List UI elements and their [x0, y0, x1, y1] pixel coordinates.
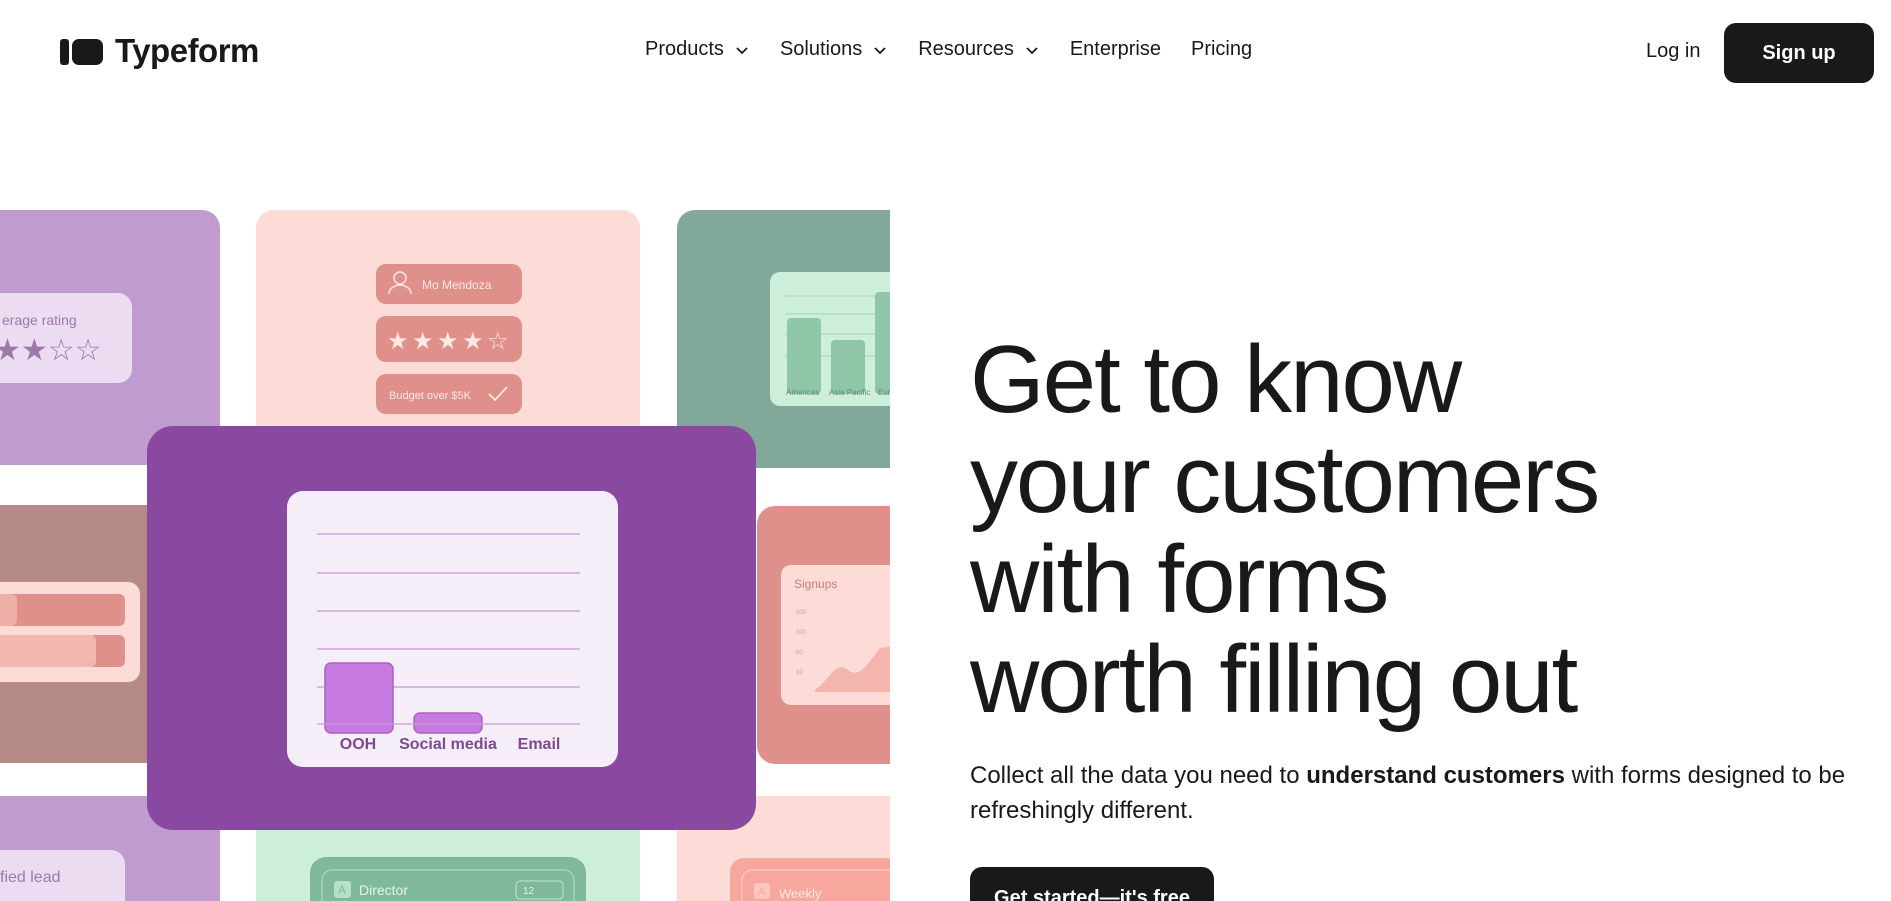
nav-enterprise-label: Enterprise: [1069, 38, 1161, 60]
region-bar-americas: [787, 318, 821, 394]
role-card: [310, 857, 586, 901]
region-label-americas: Americas: [786, 388, 819, 397]
site-header: Typeform Products Solutions Resources En…: [0, 0, 1891, 104]
nav-enterprise[interactable]: Enterprise: [1070, 38, 1161, 61]
region-label-europe: Eur: [878, 388, 890, 397]
nav-products-label: Products: [645, 38, 724, 60]
region-bar-europe: [875, 292, 890, 394]
chart-category-ooh: OOH: [340, 736, 376, 753]
hero-title-line: with forms: [970, 526, 1389, 633]
chart-bar-ooh: [324, 662, 394, 734]
chart-bar-social-media: [413, 712, 483, 734]
login-link[interactable]: Log in: [1646, 40, 1701, 63]
signups-label: Signups: [794, 577, 837, 591]
signups-tick-1: 500: [796, 610, 807, 616]
nav-solutions[interactable]: Solutions: [780, 38, 888, 61]
star-icon: ★: [412, 328, 434, 355]
nav-resources[interactable]: Resources: [918, 38, 1040, 61]
hero-subtitle-pre: Collect all the data you need to: [970, 762, 1307, 789]
hero-subtitle: Collect all the data you need to underst…: [970, 758, 1850, 828]
nav-solutions-label: Solutions: [779, 38, 863, 60]
star-icon: ★: [462, 328, 484, 355]
nav-pricing[interactable]: Pricing: [1191, 38, 1252, 61]
chevron-down-icon: [736, 46, 748, 54]
signups-tick-3: 60: [796, 650, 803, 656]
lead-label: fied lead: [0, 869, 61, 886]
nav-products[interactable]: Products: [645, 38, 750, 61]
hero-title: Get to know your customers with forms wo…: [970, 330, 1870, 730]
nav-pricing-label: Pricing: [1190, 38, 1253, 60]
signups-tick-4: 10: [796, 670, 803, 676]
chevron-down-icon: [874, 46, 886, 54]
role-value: 12: [523, 886, 535, 897]
freq-label: Weekly: [779, 886, 822, 901]
signups-tick-2: 300: [796, 630, 807, 636]
main-nav: Products Solutions Resources Enterprise …: [645, 38, 1282, 61]
hero-title-line: worth filling out: [970, 626, 1578, 733]
progress-bar-1: [0, 594, 125, 626]
get-started-button[interactable]: Get started—it's free: [970, 867, 1214, 901]
region-bar-asia: [831, 340, 865, 394]
star-rating: ★ ★ ★ ★ ☆: [387, 328, 509, 355]
chevron-down-icon: [1026, 46, 1038, 54]
hero-title-line: your customers: [970, 426, 1600, 533]
budget-label: Budget over $5K: [389, 390, 472, 402]
region-label-asia: Asia Pacific: [829, 388, 870, 397]
typeform-logo-icon: [60, 36, 103, 66]
nav-resources-label: Resources: [918, 38, 1014, 60]
collage-svg: erage rating ★★☆☆ Mo Mendoza ★ ★ ★ ★ ☆ Budge…: [0, 210, 890, 901]
brand-name: Typeform: [115, 32, 259, 69]
rating-stars: ★★☆☆: [0, 334, 102, 367]
chart-category-email: Email: [518, 736, 561, 753]
hero-illustration: erage rating ★★☆☆ Mo Mendoza ★ ★ ★ ★ ☆ Budge…: [0, 210, 890, 901]
star-icon: ★: [387, 328, 409, 355]
rating-label: erage rating: [2, 312, 77, 328]
signup-button[interactable]: Sign up: [1724, 23, 1874, 83]
profile-name: Mo Mendoza: [422, 278, 492, 292]
typeform-logo[interactable]: Typeform: [60, 32, 259, 70]
chart-category-social-media: Social media: [399, 736, 497, 753]
hero-title-line: Get to know: [970, 326, 1462, 433]
star-icon: ☆: [487, 328, 509, 355]
hero-subtitle-bold: understand customers: [1306, 762, 1565, 789]
role-letter: A: [338, 883, 346, 897]
star-icon: ★: [437, 328, 459, 355]
role-label: Director: [359, 882, 408, 898]
freq-letter: A: [758, 886, 766, 898]
